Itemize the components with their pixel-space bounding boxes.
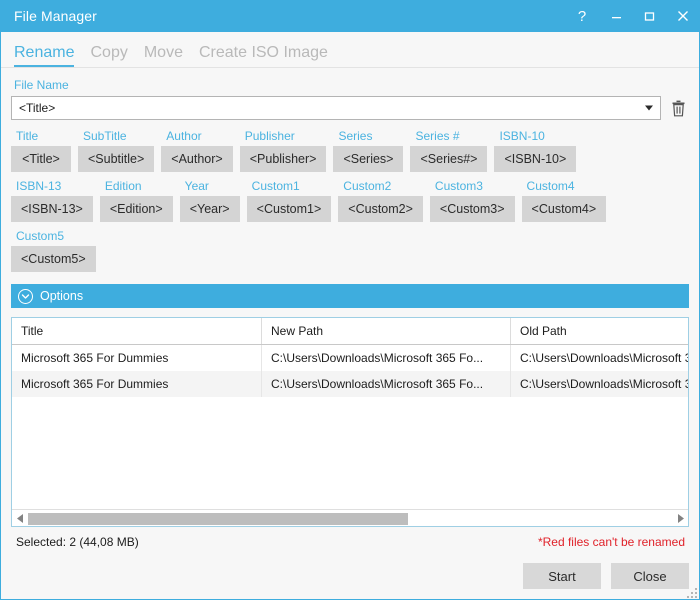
tag-label-series: Series	[338, 129, 373, 143]
tag-cell-series: Series <Series>	[333, 129, 404, 172]
tag-label-isbn-10: ISBN-10	[499, 129, 545, 143]
column-header-old-path[interactable]: Old Path	[511, 318, 688, 344]
cell-old-path: C:\Users\Downloads\Microsoft 3	[511, 371, 688, 397]
tab-copy[interactable]: Copy	[90, 45, 127, 67]
tag-button-publisher[interactable]: <Publisher>	[239, 146, 327, 172]
tag-cell-publisher: Publisher <Publisher>	[239, 129, 327, 172]
dialog-footer: Start Close	[1, 557, 699, 599]
file-manager-window: File Manager ? Rename Copy Move Create I…	[0, 0, 700, 600]
tab-move[interactable]: Move	[144, 45, 183, 67]
cell-new-path: C:\Users\Downloads\Microsoft 365 Fo...	[262, 345, 511, 371]
tag-label-author: Author	[166, 129, 202, 143]
tag-label-title: Title	[16, 129, 39, 143]
tag-button-custom1[interactable]: <Custom1>	[246, 196, 332, 222]
file-table: Title New Path Old Path Microsoft 365 Fo…	[11, 317, 689, 527]
tag-cell-title: Title <Title>	[11, 129, 71, 172]
tag-cell-isbn-10: ISBN-10 <ISBN-10>	[494, 129, 577, 172]
tag-row-2: ISBN-13 <ISBN-13> Edition <Edition> Year…	[11, 179, 689, 222]
window-title: File Manager	[14, 8, 97, 24]
tag-label-subtitle: SubTitle	[83, 129, 127, 143]
column-header-new-path[interactable]: New Path	[262, 318, 511, 344]
tag-button-grid: Title <Title> SubTitle <Subtitle> Author…	[11, 129, 689, 279]
tag-button-author[interactable]: <Author>	[161, 146, 233, 172]
options-label: Options	[40, 289, 84, 303]
close-button[interactable]	[666, 0, 699, 32]
maximize-button[interactable]	[633, 0, 666, 32]
title-bar[interactable]: File Manager ?	[1, 0, 699, 32]
selected-count-label: Selected: 2 (44,08 MB)	[16, 535, 139, 549]
cell-old-path: C:\Users\Downloads\Microsoft 3	[511, 345, 688, 371]
tag-cell-custom2: Custom2 <Custom2>	[338, 179, 423, 222]
tag-label-custom2: Custom2	[343, 179, 392, 193]
trash-icon[interactable]	[667, 96, 689, 120]
resize-grip-icon[interactable]	[684, 585, 697, 598]
tag-button-isbn-10[interactable]: <ISBN-10>	[494, 146, 577, 172]
tag-button-edition[interactable]: <Edition>	[99, 196, 173, 222]
red-files-warning: *Red files can't be renamed	[537, 535, 685, 549]
tag-row-1: Title <Title> SubTitle <Subtitle> Author…	[11, 129, 689, 172]
triangle-left-icon[interactable]	[12, 510, 28, 526]
tag-row-3: Custom5 <Custom5>	[11, 229, 689, 272]
scrollbar-thumb[interactable]	[28, 513, 408, 525]
tag-cell-custom3: Custom3 <Custom3>	[429, 179, 515, 222]
tag-label-custom4: Custom4	[526, 179, 575, 193]
tab-bar: Rename Copy Move Create ISO Image	[1, 32, 699, 68]
help-button[interactable]: ?	[564, 0, 600, 32]
tag-label-custom5: Custom5	[16, 229, 65, 243]
cell-new-path: C:\Users\Downloads\Microsoft 365 Fo...	[262, 371, 511, 397]
tag-cell-edition: Edition <Edition>	[99, 179, 173, 222]
horizontal-scrollbar[interactable]	[12, 509, 688, 526]
tag-cell-isbn-13: ISBN-13 <ISBN-13>	[11, 179, 93, 222]
tag-cell-custom5: Custom5 <Custom5>	[11, 229, 96, 272]
tag-cell-year: Year <Year>	[179, 179, 240, 222]
tag-button-year[interactable]: <Year>	[179, 196, 240, 222]
column-header-title[interactable]: Title	[12, 318, 262, 344]
main-content: File Name <Title> Title <Title> SubTitle…	[1, 68, 699, 557]
start-button[interactable]: Start	[523, 563, 601, 589]
tag-button-series[interactable]: <Series>	[333, 146, 404, 172]
triangle-right-icon[interactable]	[672, 510, 688, 526]
table-row[interactable]: Microsoft 365 For Dummies C:\Users\Downl…	[12, 371, 688, 397]
table-body: Microsoft 365 For Dummies C:\Users\Downl…	[12, 345, 688, 509]
table-header-row: Title New Path Old Path	[12, 318, 688, 345]
tag-cell-custom1: Custom1 <Custom1>	[246, 179, 332, 222]
chevron-down-icon[interactable]	[645, 105, 653, 111]
tag-label-isbn-13: ISBN-13	[16, 179, 62, 193]
minimize-button[interactable]	[600, 0, 633, 32]
file-name-label: File Name	[14, 78, 69, 92]
tag-label-year: Year	[184, 179, 209, 193]
tag-cell-author: Author <Author>	[161, 129, 233, 172]
tag-label-custom3: Custom3	[434, 179, 483, 193]
tag-button-isbn-13[interactable]: <ISBN-13>	[11, 196, 93, 222]
options-expander[interactable]: Options	[11, 284, 689, 308]
tag-button-series-number[interactable]: <Series#>	[410, 146, 488, 172]
scrollbar-track[interactable]	[28, 511, 672, 525]
window-controls: ?	[564, 0, 699, 32]
cell-title: Microsoft 365 For Dummies	[12, 371, 262, 397]
tag-cell-series-number: Series # <Series#>	[410, 129, 488, 172]
cell-title: Microsoft 365 For Dummies	[12, 345, 262, 371]
file-name-row: <Title>	[11, 96, 689, 120]
chevron-down-circle-icon	[18, 288, 33, 304]
tab-create-iso-image[interactable]: Create ISO Image	[199, 45, 328, 67]
tag-button-custom2[interactable]: <Custom2>	[338, 196, 423, 222]
tag-button-custom4[interactable]: <Custom4>	[521, 196, 607, 222]
file-name-input[interactable]: <Title>	[11, 96, 661, 120]
table-row[interactable]: Microsoft 365 For Dummies C:\Users\Downl…	[12, 345, 688, 371]
status-bar: Selected: 2 (44,08 MB) *Red files can't …	[11, 527, 689, 557]
tag-button-custom5[interactable]: <Custom5>	[11, 246, 96, 272]
tag-cell-subtitle: SubTitle <Subtitle>	[78, 129, 155, 172]
tab-rename[interactable]: Rename	[14, 45, 75, 67]
tag-label-series-number: Series #	[415, 129, 460, 143]
tag-button-custom3[interactable]: <Custom3>	[429, 196, 515, 222]
tag-label-edition: Edition	[104, 179, 142, 193]
file-name-value: <Title>	[19, 101, 56, 115]
tag-label-publisher: Publisher	[244, 129, 295, 143]
tag-label-custom1: Custom1	[251, 179, 300, 193]
tag-button-subtitle[interactable]: <Subtitle>	[78, 146, 155, 172]
close-dialog-button[interactable]: Close	[611, 563, 689, 589]
tag-button-title[interactable]: <Title>	[11, 146, 71, 172]
tag-cell-custom4: Custom4 <Custom4>	[521, 179, 607, 222]
